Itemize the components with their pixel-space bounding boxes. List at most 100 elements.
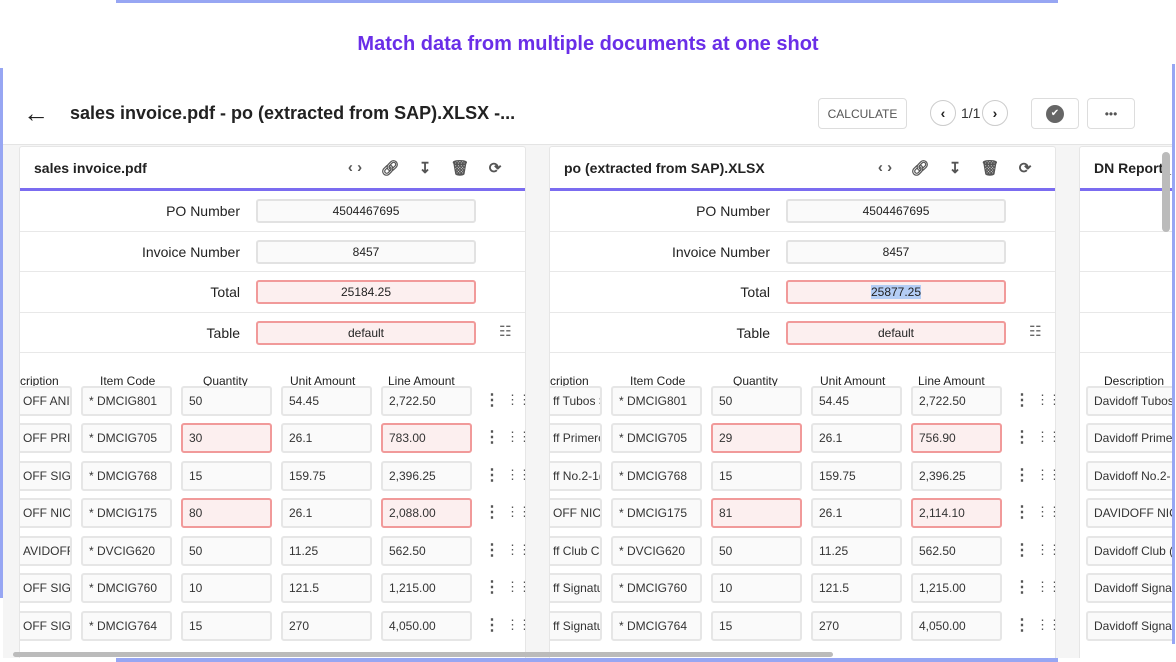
cell-unit[interactable]: 11.25 [281, 536, 372, 566]
field-input[interactable]: 4504467695 [786, 199, 1006, 223]
cell-unit[interactable]: 54.45 [811, 386, 902, 416]
field-input[interactable]: default [786, 320, 1006, 345]
cell-qty[interactable]: 10 [181, 573, 272, 603]
row-menu-icon[interactable]: ⋮ [484, 540, 500, 560]
drag-handle-icon[interactable]: ⋮⋮ [1036, 542, 1055, 558]
cell-unit[interactable]: 26.1 [281, 423, 372, 453]
refresh-icon[interactable]: ⟳ [1015, 159, 1035, 177]
drag-handle-icon[interactable]: ⋮⋮ [506, 429, 525, 445]
clipboard-download-icon[interactable]: ↧ [415, 159, 435, 177]
clipboard-download-icon[interactable]: ↧ [945, 159, 965, 177]
drag-handle-icon[interactable]: ⋮⋮ [506, 467, 525, 483]
drag-handle-icon[interactable]: ⋮⋮ [1036, 429, 1055, 445]
cell-qty[interactable]: 50 [711, 536, 802, 566]
cell-code[interactable]: * DMCIG768 [81, 461, 172, 491]
more-options-button[interactable]: ••• [1087, 98, 1135, 129]
field-input[interactable]: default [256, 320, 476, 345]
cell-code[interactable]: * DMCIG705 [611, 423, 702, 453]
cell-desc[interactable]: AVIDOFF ( [20, 536, 72, 566]
trash-icon[interactable]: 🗑︎ [450, 159, 470, 177]
code-icon[interactable]: ‹ › [345, 159, 365, 177]
cell-code[interactable]: * DVCIG620 [81, 536, 172, 566]
row-menu-icon[interactable]: ⋮ [484, 577, 500, 597]
row-menu-icon[interactable]: ⋮ [1014, 390, 1030, 410]
cell-desc[interactable]: Davidoff Club ( [1086, 536, 1172, 566]
cell-desc[interactable]: Davidoff No.2- [1086, 461, 1172, 491]
row-menu-icon[interactable]: ⋮ [1014, 615, 1030, 635]
cell-desc[interactable]: ff Tubos S [550, 386, 602, 416]
cell-unit[interactable]: 54.45 [281, 386, 372, 416]
cell-line[interactable]: 2,088.00 [381, 498, 472, 528]
field-input[interactable]: 25184.25 [256, 280, 476, 304]
cell-code[interactable]: * DMCIG801 [81, 386, 172, 416]
cell-unit[interactable]: 270 [811, 611, 902, 641]
cell-desc[interactable]: Davidoff Signa [1086, 573, 1172, 603]
cell-line[interactable]: 2,722.50 [381, 386, 472, 416]
refresh-icon[interactable]: ⟳ [485, 159, 505, 177]
row-menu-icon[interactable]: ⋮ [484, 502, 500, 522]
row-menu-icon[interactable]: ⋮ [1014, 577, 1030, 597]
cell-qty[interactable]: 50 [181, 536, 272, 566]
table-settings-icon[interactable]: ☷ [1029, 323, 1042, 340]
cell-line[interactable]: 562.50 [911, 536, 1002, 566]
cell-code[interactable]: * DMCIG175 [81, 498, 172, 528]
drag-handle-icon[interactable]: ⋮⋮ [1036, 617, 1055, 633]
approve-button[interactable]: ✔ [1031, 98, 1079, 129]
row-menu-icon[interactable]: ⋮ [1014, 502, 1030, 522]
cell-code[interactable]: * DMCIG764 [81, 611, 172, 641]
cell-desc[interactable]: ff Primerc [550, 423, 602, 453]
cell-desc[interactable]: Davidoff Tubos [1086, 386, 1172, 416]
cell-line[interactable]: 562.50 [381, 536, 472, 566]
cell-qty[interactable]: 15 [711, 461, 802, 491]
cell-qty[interactable]: 15 [181, 611, 272, 641]
field-input[interactable]: 8457 [256, 239, 476, 264]
drag-handle-icon[interactable]: ⋮⋮ [506, 542, 525, 558]
back-arrow-icon[interactable]: ← [23, 98, 49, 129]
field-input[interactable]: 4504467695 [256, 199, 476, 223]
cell-desc[interactable]: OFF NICA [550, 498, 602, 528]
cell-code[interactable]: * DMCIG764 [611, 611, 702, 641]
drag-handle-icon[interactable]: ⋮⋮ [506, 579, 525, 595]
next-page-button[interactable]: › [982, 100, 1008, 126]
cell-qty[interactable]: 15 [711, 611, 802, 641]
vertical-scrollbar[interactable] [1162, 152, 1170, 232]
cell-line[interactable]: 2,722.50 [911, 386, 1002, 416]
cell-qty[interactable]: 30 [181, 423, 272, 453]
row-menu-icon[interactable]: ⋮ [484, 390, 500, 410]
cell-desc[interactable]: OFF SIGN. [20, 611, 72, 641]
cell-unit[interactable]: 26.1 [281, 498, 372, 528]
cell-unit[interactable]: 26.1 [811, 498, 902, 528]
cell-unit[interactable]: 159.75 [281, 461, 372, 491]
cell-desc[interactable]: OFF NICA [20, 498, 72, 528]
row-menu-icon[interactable]: ⋮ [484, 427, 500, 447]
cell-unit[interactable]: 26.1 [811, 423, 902, 453]
cell-qty[interactable]: 50 [181, 386, 272, 416]
cell-code[interactable]: * DMCIG175 [611, 498, 702, 528]
cell-desc[interactable]: ff No.2-1( [550, 461, 602, 491]
table-settings-icon[interactable]: ☷ [499, 323, 512, 340]
trash-icon[interactable]: 🗑︎ [980, 159, 1000, 177]
cell-line[interactable]: 4,050.00 [911, 611, 1002, 641]
cell-code[interactable]: * DMCIG760 [81, 573, 172, 603]
horizontal-scrollbar[interactable] [13, 652, 833, 657]
row-menu-icon[interactable]: ⋮ [1014, 427, 1030, 447]
cell-desc[interactable]: DAVIDOFF NIC [1086, 498, 1172, 528]
cell-desc[interactable]: OFF SIGN. [20, 461, 72, 491]
cell-qty[interactable]: 80 [181, 498, 272, 528]
cell-desc[interactable]: ff Signatu [550, 611, 602, 641]
drag-handle-icon[interactable]: ⋮⋮ [1036, 392, 1055, 408]
cell-qty[interactable]: 29 [711, 423, 802, 453]
cell-desc[interactable]: OFF PRIM [20, 423, 72, 453]
cell-desc[interactable]: Davidoff Prime [1086, 423, 1172, 453]
drag-handle-icon[interactable]: ⋮⋮ [506, 392, 525, 408]
drag-handle-icon[interactable]: ⋮⋮ [506, 617, 525, 633]
field-input[interactable]: 8457 [786, 239, 1006, 264]
cell-unit[interactable]: 11.25 [811, 536, 902, 566]
row-menu-icon[interactable]: ⋮ [484, 465, 500, 485]
cell-desc[interactable]: ff Signatu [550, 573, 602, 603]
cell-desc[interactable]: ff Club Ci [550, 536, 602, 566]
cell-line[interactable]: 783.00 [381, 423, 472, 453]
cell-unit[interactable]: 159.75 [811, 461, 902, 491]
cell-code[interactable]: * DMCIG801 [611, 386, 702, 416]
cell-code[interactable]: * DMCIG768 [611, 461, 702, 491]
